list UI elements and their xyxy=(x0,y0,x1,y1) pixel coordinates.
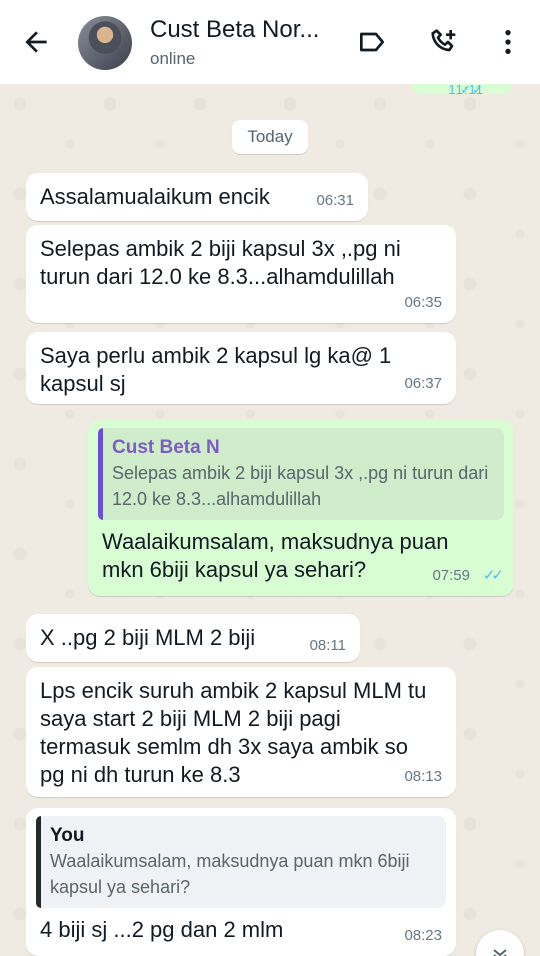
scroll-to-bottom-button[interactable] xyxy=(476,930,524,956)
message-bubble-incoming[interactable]: Saya perlu ambik 2 kapsul lg ka@ 1 kapsu… xyxy=(26,332,456,404)
quoted-text: Waalaikumsalam, maksudnya puan mkn 6biji… xyxy=(50,851,410,897)
message-time: 08:11 xyxy=(309,637,346,654)
read-receipt-icon: ✓✓ xyxy=(482,567,504,584)
back-arrow-icon[interactable] xyxy=(20,26,52,58)
more-vert-icon[interactable] xyxy=(492,26,524,58)
message-text: Saya perlu ambik 2 kapsul lg ka@ 1 kapsu… xyxy=(40,343,392,396)
message-time: 08:23 xyxy=(404,927,442,944)
message-bubble-incoming[interactable]: Selepas ambik 2 biji kapsul 3x ,.pg ni t… xyxy=(26,225,456,323)
quoted-message[interactable]: Cust Beta N Selepas ambik 2 biji kapsul … xyxy=(98,428,504,520)
message-text: Selepas ambik 2 biji kapsul 3x ,.pg ni t… xyxy=(40,236,401,289)
quoted-sender: You xyxy=(50,825,85,846)
previous-message-stub: 11:11 ✓✓ xyxy=(412,84,512,97)
add-call-icon[interactable] xyxy=(428,26,460,58)
message-text: Waalaikumsalam, maksudnya puan mkn 6biji… xyxy=(102,529,449,582)
avatar[interactable] xyxy=(78,16,132,70)
quoted-message[interactable]: You Waalaikumsalam, maksudnya puan mkn 6… xyxy=(36,816,446,908)
message-time: 07:59 xyxy=(432,567,470,584)
message-time: 06:31 xyxy=(316,192,354,209)
message-time: 06:35 xyxy=(404,294,442,311)
message-text: Assalamualaikum encik xyxy=(40,184,270,209)
message-text: 4 biji sj ...2 pg dan 2 mlm xyxy=(40,917,284,942)
message-bubble-incoming[interactable]: Lps encik suruh ambik 2 kapsul MLM tu sa… xyxy=(26,667,456,797)
message-bubble-incoming[interactable]: Assalamualaikum encik 06:31 xyxy=(26,173,368,221)
chat-area[interactable]: 11:11 ✓✓ Today Assalamualaikum encik 06:… xyxy=(0,84,540,956)
chat-header: Cust Beta Nor... online xyxy=(0,0,540,84)
message-time: 06:37 xyxy=(404,375,442,392)
message-time: 08:13 xyxy=(404,768,442,785)
day-separator: Today xyxy=(232,120,308,154)
contact-status: online xyxy=(150,49,196,68)
message-bubble-incoming[interactable]: X ..pg 2 biji MLM 2 biji 08:11 xyxy=(26,614,360,662)
message-text: X ..pg 2 biji MLM 2 biji xyxy=(40,625,256,650)
message-bubble-incoming[interactable]: You Waalaikumsalam, maksudnya puan mkn 6… xyxy=(26,808,456,956)
label-icon[interactable] xyxy=(356,26,388,58)
message-text: Lps encik suruh ambik 2 kapsul MLM tu sa… xyxy=(40,678,427,787)
message-bubble-outgoing[interactable]: Cust Beta N Selepas ambik 2 biji kapsul … xyxy=(88,420,514,596)
quoted-text: Selepas ambik 2 biji kapsul 3x ,.pg ni t… xyxy=(112,463,489,509)
contact-name[interactable]: Cust Beta Nor... xyxy=(150,16,319,44)
quoted-sender: Cust Beta N xyxy=(112,437,220,458)
chevron-down-icon xyxy=(493,949,507,956)
